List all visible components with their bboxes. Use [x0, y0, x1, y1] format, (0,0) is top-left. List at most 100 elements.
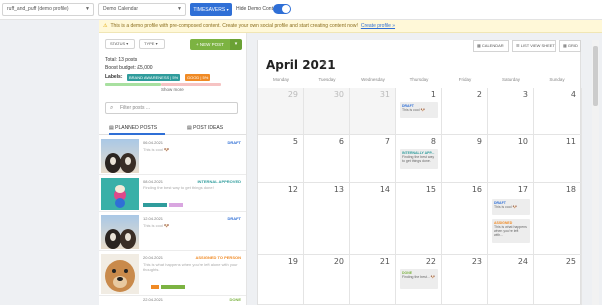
tab-post-ideas[interactable]: ▤ POST IDEAS	[187, 123, 237, 135]
day-cell[interactable]: 14	[350, 183, 396, 255]
calendar-event[interactable]: DRAFT This is cool 🐶	[400, 102, 438, 118]
chevron-down-icon: ▾	[226, 7, 229, 12]
hide-demo-toggle[interactable]	[273, 4, 291, 14]
calendar-grid: 29 30 31 1 DRAFT This is cool 🐶 2 3 4 5 6…	[258, 88, 582, 305]
dog-image	[114, 185, 126, 208]
create-profile-link[interactable]: Create profile »	[361, 23, 395, 29]
day-cell[interactable]: 29	[258, 88, 304, 135]
filter-posts-input[interactable]: ⌕ Filter posts ...	[105, 102, 238, 114]
list-item[interactable]: 08.04.2021 INTERNAL APPROVED Finding the…	[99, 176, 246, 212]
day-cell[interactable]: 1 DRAFT This is cool 🐶	[396, 88, 442, 135]
day-cell[interactable]: 24	[488, 255, 534, 305]
post-status: DRAFT	[227, 216, 241, 221]
day-number: 2	[476, 90, 482, 99]
view-list-sheet[interactable]: ☰ LIST VIEW SHEET	[512, 40, 556, 52]
day-number: 12	[287, 185, 298, 194]
new-post-button[interactable]: + NEW POST	[190, 39, 230, 50]
post-label-tag	[143, 203, 167, 207]
post-sidebar: STATUS ▾ TYPE ▾ + NEW POST ▾ Total: 13 p…	[99, 33, 247, 305]
weekday-header: Wednesday	[361, 77, 385, 82]
view-grid[interactable]: ▦ GRID	[559, 40, 581, 52]
tab-planned-posts[interactable]: ▤ PLANNED POSTS	[109, 123, 165, 135]
day-cell[interactable]: 10	[488, 135, 534, 183]
show-more-link[interactable]: Show more	[161, 87, 184, 92]
day-cell[interactable]: 8 INTERNALLY APP... Finding the best way …	[396, 135, 442, 183]
day-number: 22	[425, 257, 436, 266]
timesavers-button[interactable]: TIMESAVERS ▾	[190, 3, 232, 16]
scrollbar-thumb[interactable]	[593, 46, 598, 106]
day-cell[interactable]: 2	[442, 88, 488, 135]
day-cell[interactable]: 23	[442, 255, 488, 305]
day-cell[interactable]: 9	[442, 135, 488, 183]
calendar-event[interactable]: DRAFT This is cool 🐶	[492, 199, 530, 215]
post-label-tag	[161, 285, 185, 289]
weekday-header: Sunday	[549, 77, 565, 82]
day-cell[interactable]: 6	[304, 135, 350, 183]
day-number: 15	[425, 185, 436, 194]
list-item[interactable]: 06.04.2021 DRAFT This is cool 🐶	[99, 137, 246, 175]
day-cell[interactable]: 25	[534, 255, 582, 305]
day-cell[interactable]: 22 DONE Finding the best... 🐶	[396, 255, 442, 305]
post-thumbnail	[101, 178, 139, 210]
day-cell[interactable]: 19	[258, 255, 304, 305]
chevron-down-icon: ▼	[177, 6, 182, 12]
day-cell[interactable]: 11	[534, 135, 582, 183]
total-posts: Total: 13 posts	[105, 57, 138, 63]
calendar-event[interactable]: ASSIGNED This is what happens when you're…	[492, 219, 530, 243]
day-cell[interactable]: 17 DRAFT This is cool 🐶 ASSIGNED This is w…	[488, 183, 534, 255]
day-cell[interactable]: 30	[304, 88, 350, 135]
post-text: Finding the best way to get things done!	[143, 185, 214, 190]
post-status: DRAFT	[227, 140, 241, 145]
day-cell[interactable]: 21	[350, 255, 396, 305]
post-text: This is what happens when you're left al…	[143, 262, 238, 272]
post-thumbnail	[101, 254, 139, 294]
day-cell[interactable]: 5	[258, 135, 304, 183]
type-filter[interactable]: TYPE ▾	[139, 39, 165, 49]
calendar-scrollbar[interactable]	[592, 40, 599, 305]
event-text: Finding the best... 🐶	[402, 275, 436, 279]
top-bar: ruff_and_puff (demo profile) ▼ Demo Cale…	[0, 0, 602, 20]
day-cell[interactable]: 4	[534, 88, 582, 135]
event-text: This is what happens when you're left wi…	[494, 225, 527, 237]
post-date: 22.04.2021	[143, 297, 164, 302]
gear-icon[interactable]: ⚙	[322, 61, 326, 67]
calendar-event[interactable]: INTERNALLY APP... Finding the best way to…	[400, 149, 438, 169]
day-number: 24	[517, 257, 528, 266]
day-number: 16	[471, 185, 482, 194]
day-cell[interactable]: 20	[304, 255, 350, 305]
day-cell[interactable]: 31	[350, 88, 396, 135]
calendar-select[interactable]: Demo Calendar ▼	[98, 3, 186, 16]
day-number: 19	[287, 257, 298, 266]
day-cell[interactable]: 3	[488, 88, 534, 135]
status-filter[interactable]: STATUS ▾	[105, 39, 135, 49]
label-brand-awareness[interactable]: BRAND AWARENESS | 5%	[127, 74, 181, 81]
weekday-header: Saturday	[501, 77, 520, 82]
status-filter-label: STATUS	[110, 41, 126, 46]
day-cell[interactable]: 16	[442, 183, 488, 255]
dog-image	[105, 229, 136, 249]
list-item[interactable]: 12.04.2021 DRAFT This is cool 🐶	[99, 213, 246, 251]
list-item[interactable]: 20.04.2021 ASSIGNED TO PERSON This is wh…	[99, 252, 246, 296]
banner-text: This is a demo profile with pre-composed…	[110, 23, 358, 29]
day-number: 21	[379, 257, 390, 266]
boost-budget: Boost budget: £5,000	[105, 65, 153, 71]
day-cell[interactable]: 12	[258, 183, 304, 255]
calendar-event[interactable]: DONE Finding the best... 🐶	[400, 269, 438, 289]
post-thumbnail	[101, 139, 139, 173]
day-number: 8	[430, 137, 436, 146]
label-good[interactable]: GOOD | 5%	[185, 74, 211, 81]
day-number: 14	[379, 185, 390, 194]
view-calendar-label: CALENDAR	[481, 43, 504, 48]
day-number: 13	[333, 185, 344, 194]
day-cell[interactable]: 13	[304, 183, 350, 255]
view-calendar[interactable]: ▦ CALENDAR	[473, 40, 509, 52]
day-cell[interactable]: 15	[396, 183, 442, 255]
day-cell[interactable]: 7	[350, 135, 396, 183]
new-post-dropdown[interactable]: ▾	[230, 39, 242, 50]
profile-select[interactable]: ruff_and_puff (demo profile) ▼	[2, 3, 94, 16]
weekday-header: Monday	[272, 77, 289, 82]
day-number: 31	[379, 90, 390, 99]
day-cell[interactable]: 18	[534, 183, 582, 255]
list-item[interactable]: 22.04.2021 DONE	[99, 297, 246, 305]
type-filter-label: TYPE	[144, 41, 155, 46]
